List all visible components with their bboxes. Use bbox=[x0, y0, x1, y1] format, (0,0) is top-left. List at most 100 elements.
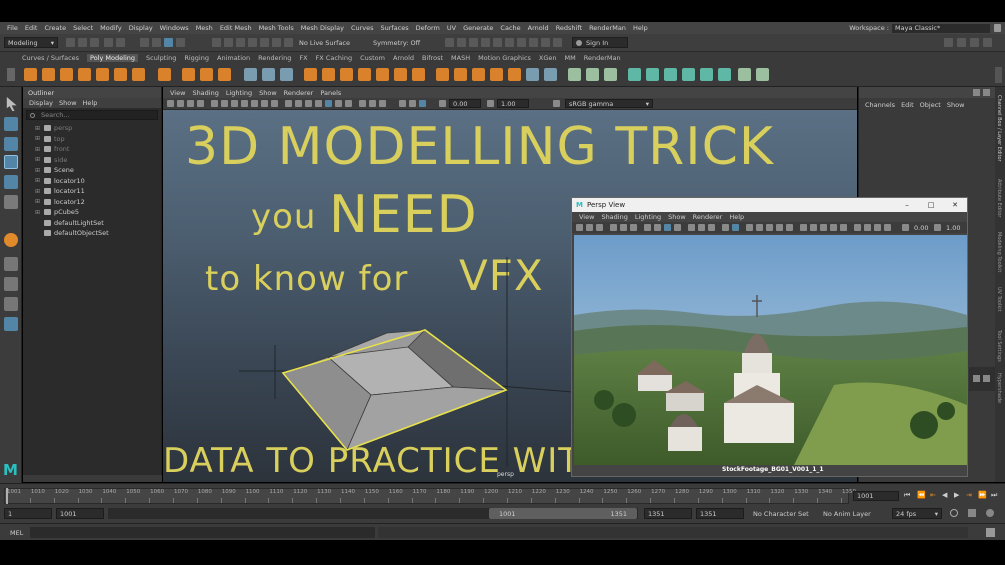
persp-textured-icon[interactable] bbox=[664, 224, 671, 231]
bookmark-icon[interactable] bbox=[187, 100, 194, 107]
no-entry-icon[interactable] bbox=[4, 233, 18, 247]
toggle-tool-settings-icon[interactable] bbox=[970, 38, 979, 47]
persp-extra-icon-5[interactable] bbox=[786, 224, 793, 231]
layer-options-icon[interactable] bbox=[983, 375, 990, 382]
menu-arnold[interactable]: Arnold bbox=[528, 24, 549, 32]
expand-icon[interactable]: ⊞ bbox=[35, 167, 41, 174]
outliner-item[interactable]: ⊞ front bbox=[23, 144, 161, 155]
step-back-key-icon[interactable]: ⏪ bbox=[917, 491, 926, 499]
go-to-end-icon[interactable]: ⏭ bbox=[991, 491, 997, 500]
render-view-icon[interactable] bbox=[481, 38, 490, 47]
expand-icon[interactable]: ⊞ bbox=[35, 209, 41, 216]
persp-xray-icon[interactable] bbox=[708, 224, 715, 231]
outliner-scrollbar[interactable] bbox=[23, 475, 162, 482]
persp-hud-icon[interactable] bbox=[722, 224, 729, 231]
persp-extra-icon-2[interactable] bbox=[756, 224, 763, 231]
select-hierarchy-icon[interactable] bbox=[140, 38, 149, 47]
single-pane-icon[interactable] bbox=[4, 257, 18, 271]
poly-cylinder-icon[interactable] bbox=[60, 68, 73, 81]
safe-action-icon[interactable] bbox=[261, 100, 268, 107]
menu-windows[interactable]: Windows bbox=[160, 24, 189, 32]
reduce-icon[interactable] bbox=[508, 68, 521, 81]
shelf-tab-sculpting[interactable]: Sculpting bbox=[146, 54, 176, 62]
channel-menu-show[interactable]: Show bbox=[947, 101, 965, 109]
bevel-icon[interactable] bbox=[412, 68, 425, 81]
persp-menu-view[interactable]: View bbox=[579, 213, 594, 221]
workspace-dropdown[interactable]: Maya Classic* bbox=[892, 23, 990, 33]
channel-menu-channels[interactable]: Channels bbox=[865, 101, 895, 109]
channel-box-layout-icon[interactable] bbox=[983, 89, 990, 96]
shelf-tab-fx-caching[interactable]: FX Caching bbox=[316, 54, 353, 62]
shelf-tab-rigging[interactable]: Rigging bbox=[184, 54, 209, 62]
persp-menu-renderer[interactable]: Renderer bbox=[693, 213, 723, 221]
append-polygon-icon[interactable] bbox=[436, 68, 449, 81]
step-forward-frame-icon[interactable]: ⇥ bbox=[966, 491, 972, 499]
two-pane-icon[interactable] bbox=[4, 297, 18, 311]
camera-attributes-icon[interactable] bbox=[177, 100, 184, 107]
persp-extra-icon-8[interactable] bbox=[820, 224, 827, 231]
persp-extra-icon-1[interactable] bbox=[746, 224, 753, 231]
scene-end-field[interactable]: 1351 bbox=[696, 508, 744, 519]
gate-mask-icon[interactable] bbox=[241, 100, 248, 107]
toggle-modeling-toolkit-icon[interactable] bbox=[944, 38, 953, 47]
combine-icon[interactable] bbox=[244, 68, 257, 81]
shelf-settings-icon[interactable] bbox=[7, 68, 15, 81]
shelf-tab-mm[interactable]: MM bbox=[565, 54, 576, 62]
command-language-label[interactable]: MEL bbox=[10, 529, 23, 537]
ipr-render-icon[interactable] bbox=[469, 38, 478, 47]
side-tab-channel-box[interactable]: Channel Box / Layer Editor bbox=[996, 95, 1002, 175]
outliner-item[interactable]: ⊞ pCube5 bbox=[23, 207, 161, 218]
cleanup-icon[interactable] bbox=[526, 68, 539, 81]
side-tab-attribute-editor[interactable]: Attribute Editor bbox=[996, 179, 1002, 229]
render-settings-icon[interactable] bbox=[445, 38, 454, 47]
anti-aliasing-icon[interactable] bbox=[379, 100, 386, 107]
automatic-map-icon[interactable] bbox=[682, 68, 695, 81]
wireframe-on-shaded-icon[interactable] bbox=[315, 100, 322, 107]
menu-generate[interactable]: Generate bbox=[463, 24, 493, 32]
auto-key-icon[interactable] bbox=[968, 509, 976, 517]
isolate-select-icon[interactable] bbox=[399, 100, 406, 107]
exposure-field[interactable]: 0.00 bbox=[449, 99, 481, 108]
lasso-tool-icon[interactable] bbox=[4, 117, 18, 131]
image-plane-icon[interactable] bbox=[197, 100, 204, 107]
persp-lights-icon[interactable] bbox=[674, 224, 681, 231]
menu-uv[interactable]: UV bbox=[447, 24, 456, 32]
snap-pivot-icon[interactable] bbox=[272, 38, 281, 47]
bridge-icon[interactable] bbox=[394, 68, 407, 81]
step-forward-key-icon[interactable]: ⏩ bbox=[978, 491, 987, 499]
script-editor-icon[interactable] bbox=[986, 528, 995, 537]
mirror-icon[interactable] bbox=[358, 68, 371, 81]
render-layer-icon[interactable] bbox=[529, 38, 538, 47]
outliner-menu-display[interactable]: Display bbox=[29, 99, 53, 107]
move-tool-icon[interactable] bbox=[4, 155, 18, 169]
outliner-item[interactable]: defaultObjectSet bbox=[23, 228, 161, 239]
poly-svg-icon[interactable] bbox=[218, 68, 231, 81]
persp-gamma-value[interactable]: 1.00 bbox=[946, 224, 960, 232]
outliner-item[interactable]: ⊞ persp bbox=[23, 123, 161, 134]
menu-edit[interactable]: Edit bbox=[25, 24, 38, 32]
gamma-field[interactable]: 1.00 bbox=[497, 99, 529, 108]
shelf-tab-rendering[interactable]: Rendering bbox=[258, 54, 291, 62]
persp-extra-icon-6[interactable] bbox=[800, 224, 807, 231]
persp-extra-icon-14[interactable] bbox=[884, 224, 891, 231]
film-gate-icon[interactable] bbox=[221, 100, 228, 107]
shelf-tab-bifrost[interactable]: Bifrost bbox=[422, 54, 443, 62]
lock-icon[interactable] bbox=[994, 24, 1001, 32]
viewport-menu-view[interactable]: View bbox=[170, 89, 185, 97]
snap-grid-icon[interactable] bbox=[212, 38, 221, 47]
layer-new-icon[interactable] bbox=[973, 375, 980, 382]
persp-ao-icon[interactable] bbox=[688, 224, 695, 231]
viewport-menu-show[interactable]: Show bbox=[259, 89, 277, 97]
poly-disc-icon[interactable] bbox=[132, 68, 145, 81]
snap-curve-icon[interactable] bbox=[224, 38, 233, 47]
mode-dropdown[interactable]: Modeling ▾ bbox=[4, 37, 58, 48]
fill-hole-icon[interactable] bbox=[454, 68, 467, 81]
expand-icon[interactable]: ⊞ bbox=[35, 156, 41, 163]
outliner-item[interactable]: defaultLightSet bbox=[23, 218, 161, 229]
outliner-search-input[interactable]: Search... bbox=[26, 110, 158, 120]
shelf-tab-arnold[interactable]: Arnold bbox=[393, 54, 414, 62]
play-forward-icon[interactable]: ▶ bbox=[954, 491, 959, 499]
outliner-menu-help[interactable]: Help bbox=[83, 99, 98, 107]
menu-file[interactable]: File bbox=[7, 24, 18, 32]
persp-camera-icon[interactable] bbox=[576, 224, 583, 231]
